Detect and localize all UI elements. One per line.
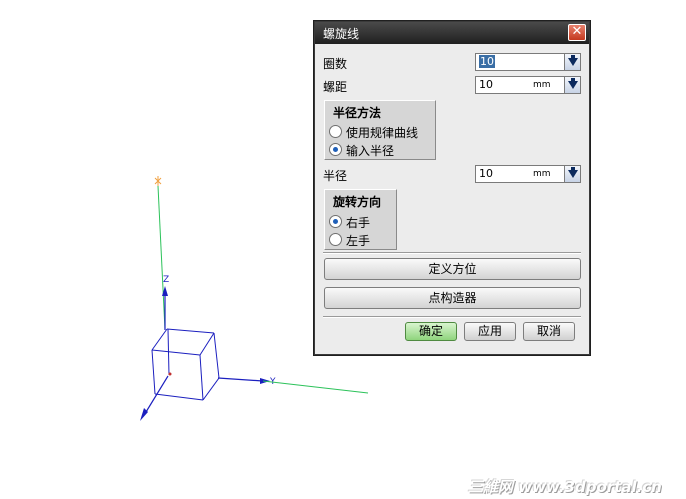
- radius-value: 10: [479, 167, 493, 180]
- point-constructor-button[interactable]: 点构造器: [324, 287, 581, 309]
- rotation-direction-title: 旋转方向: [333, 195, 382, 209]
- radius-unit: mm: [533, 169, 551, 179]
- turns-input[interactable]: 10: [475, 53, 581, 71]
- y-axis-line: [217, 377, 264, 382]
- radio-button-icon[interactable]: [329, 125, 342, 138]
- radio-button-icon[interactable]: [329, 233, 342, 246]
- radio-label: 输入半径: [346, 144, 395, 158]
- apply-button[interactable]: 应用: [464, 322, 516, 341]
- y-axis-extension-line: [262, 380, 369, 394]
- pitch-dropdown-icon[interactable]: [564, 77, 580, 93]
- pitch-value: 10: [479, 78, 493, 91]
- radius-dropdown-icon[interactable]: [564, 166, 580, 182]
- radius-label: 半径: [323, 169, 348, 183]
- pitch-input[interactable]: 10 mm: [475, 76, 581, 94]
- radio-label: 右手: [346, 216, 371, 230]
- close-icon[interactable]: ✕: [568, 24, 586, 41]
- turns-label: 圈数: [323, 57, 348, 71]
- helix-dialog: 螺旋线 ✕ 圈数 10 螺距 10 mm 半径方法 使用规律曲线 输入半径 半径…: [314, 21, 590, 355]
- z-axis-extension-line: [157, 185, 166, 331]
- cancel-button[interactable]: 取消: [523, 322, 575, 341]
- turns-dropdown-icon[interactable]: [564, 54, 580, 70]
- z-axis-label: Z: [163, 275, 169, 285]
- radio-label: 使用规律曲线: [346, 126, 419, 140]
- point-marker-icon: [154, 176, 162, 186]
- radius-method-group: 半径方法 使用规律曲线 输入半径: [324, 100, 436, 160]
- radius-input[interactable]: 10 mm: [475, 165, 581, 183]
- turns-value: 10: [479, 55, 495, 68]
- divider: [323, 252, 581, 254]
- ok-button[interactable]: 确定: [405, 322, 457, 341]
- radio-button-checked-icon[interactable]: [329, 143, 342, 156]
- watermark: 三維网 www.3dportal.cn: [468, 478, 662, 496]
- pitch-label: 螺距: [323, 80, 348, 94]
- radio-button-checked-icon[interactable]: [329, 215, 342, 228]
- pitch-unit: mm: [533, 80, 551, 90]
- radio-label: 左手: [346, 234, 371, 248]
- rotation-direction-group: 旋转方向 右手 左手: [324, 189, 397, 250]
- radius-method-title: 半径方法: [333, 106, 382, 120]
- divider: [323, 316, 581, 318]
- define-orientation-button[interactable]: 定义方位: [324, 258, 581, 280]
- dialog-titlebar[interactable]: 螺旋线 ✕: [315, 22, 589, 44]
- wcs-cube: [151, 328, 220, 401]
- origin-point: [168, 372, 172, 376]
- dialog-title: 螺旋线: [323, 27, 360, 41]
